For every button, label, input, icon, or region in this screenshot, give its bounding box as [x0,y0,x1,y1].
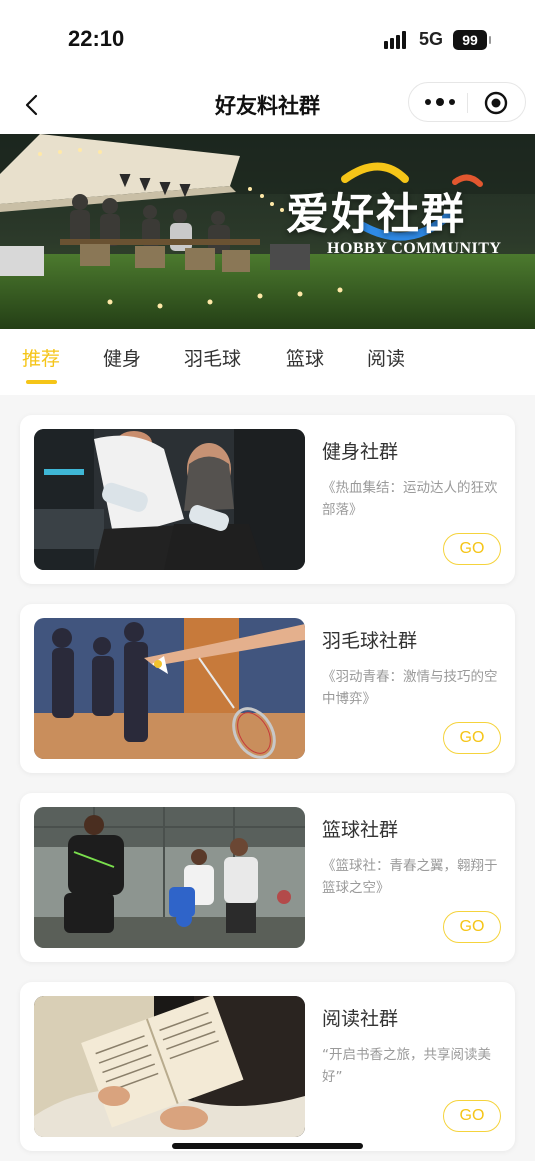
more-dots-icon[interactable] [421,83,457,121]
card-title: 羽毛球社群 [322,630,418,652]
go-button[interactable]: GO [443,533,501,565]
card-title: 阅读社群 [322,1008,399,1030]
go-button[interactable]: GO [443,1100,501,1132]
nav-bar: 好友料社群 [0,78,535,134]
card-description: 《热血集结：运动达人的狂欢部落》 [322,480,498,518]
battery-icon: 99 [453,30,491,50]
banner-subtitle: HOBBY COMMUNITY [327,240,502,257]
banner-title: 爱好社群 [286,190,466,240]
home-indicator[interactable] [172,1143,363,1149]
basketball-image [34,807,305,948]
tab-basketball[interactable]: 篮球 [286,344,324,371]
hero-banner: 爱好社群 HOBBY COMMUNITY [0,134,535,329]
category-tabs: 推荐 健身 羽毛球 篮球 阅读 [0,329,535,395]
status-time: 22:10 [68,26,125,51]
community-card-badminton[interactable]: 羽毛球社群 《羽动青春：激情与技巧的空中博弈》 GO [20,604,515,773]
close-target-icon[interactable] [484,91,508,115]
capsule-divider [467,93,468,113]
status-bar: 22:10 5G 99 [0,0,535,78]
active-tab-indicator [26,380,57,384]
reading-image [34,996,305,1137]
network-type: 5G [419,29,444,49]
community-card-reading[interactable]: 阅读社群 “开启书香之旅，共享阅读美好” GO [20,982,515,1151]
card-title: 篮球社群 [322,819,399,841]
community-card-basketball[interactable]: 篮球社群 《篮球社：青春之翼，翱翔于篮球之空》 GO [20,793,515,962]
fitness-image [34,429,305,570]
mini-program-capsule [408,82,526,122]
card-description: 《羽动青春：激情与技巧的空中博弈》 [322,669,498,707]
card-description: “开启书香之旅，共享阅读美好” [322,1047,491,1085]
go-button[interactable]: GO [443,722,501,754]
go-button[interactable]: GO [443,911,501,943]
community-card-fitness[interactable]: 健身社群 《热血集结：运动达人的狂欢部落》 GO [20,415,515,584]
card-description: 《篮球社：青春之翼，翱翔于篮球之空》 [322,858,498,896]
badminton-image [34,618,305,759]
tab-recommend[interactable]: 推荐 [22,344,60,371]
tab-reading[interactable]: 阅读 [367,344,405,371]
tab-fitness[interactable]: 健身 [103,344,141,371]
card-title: 健身社群 [322,441,399,463]
signal-icon [384,31,410,49]
tab-badminton[interactable]: 羽毛球 [184,344,241,371]
